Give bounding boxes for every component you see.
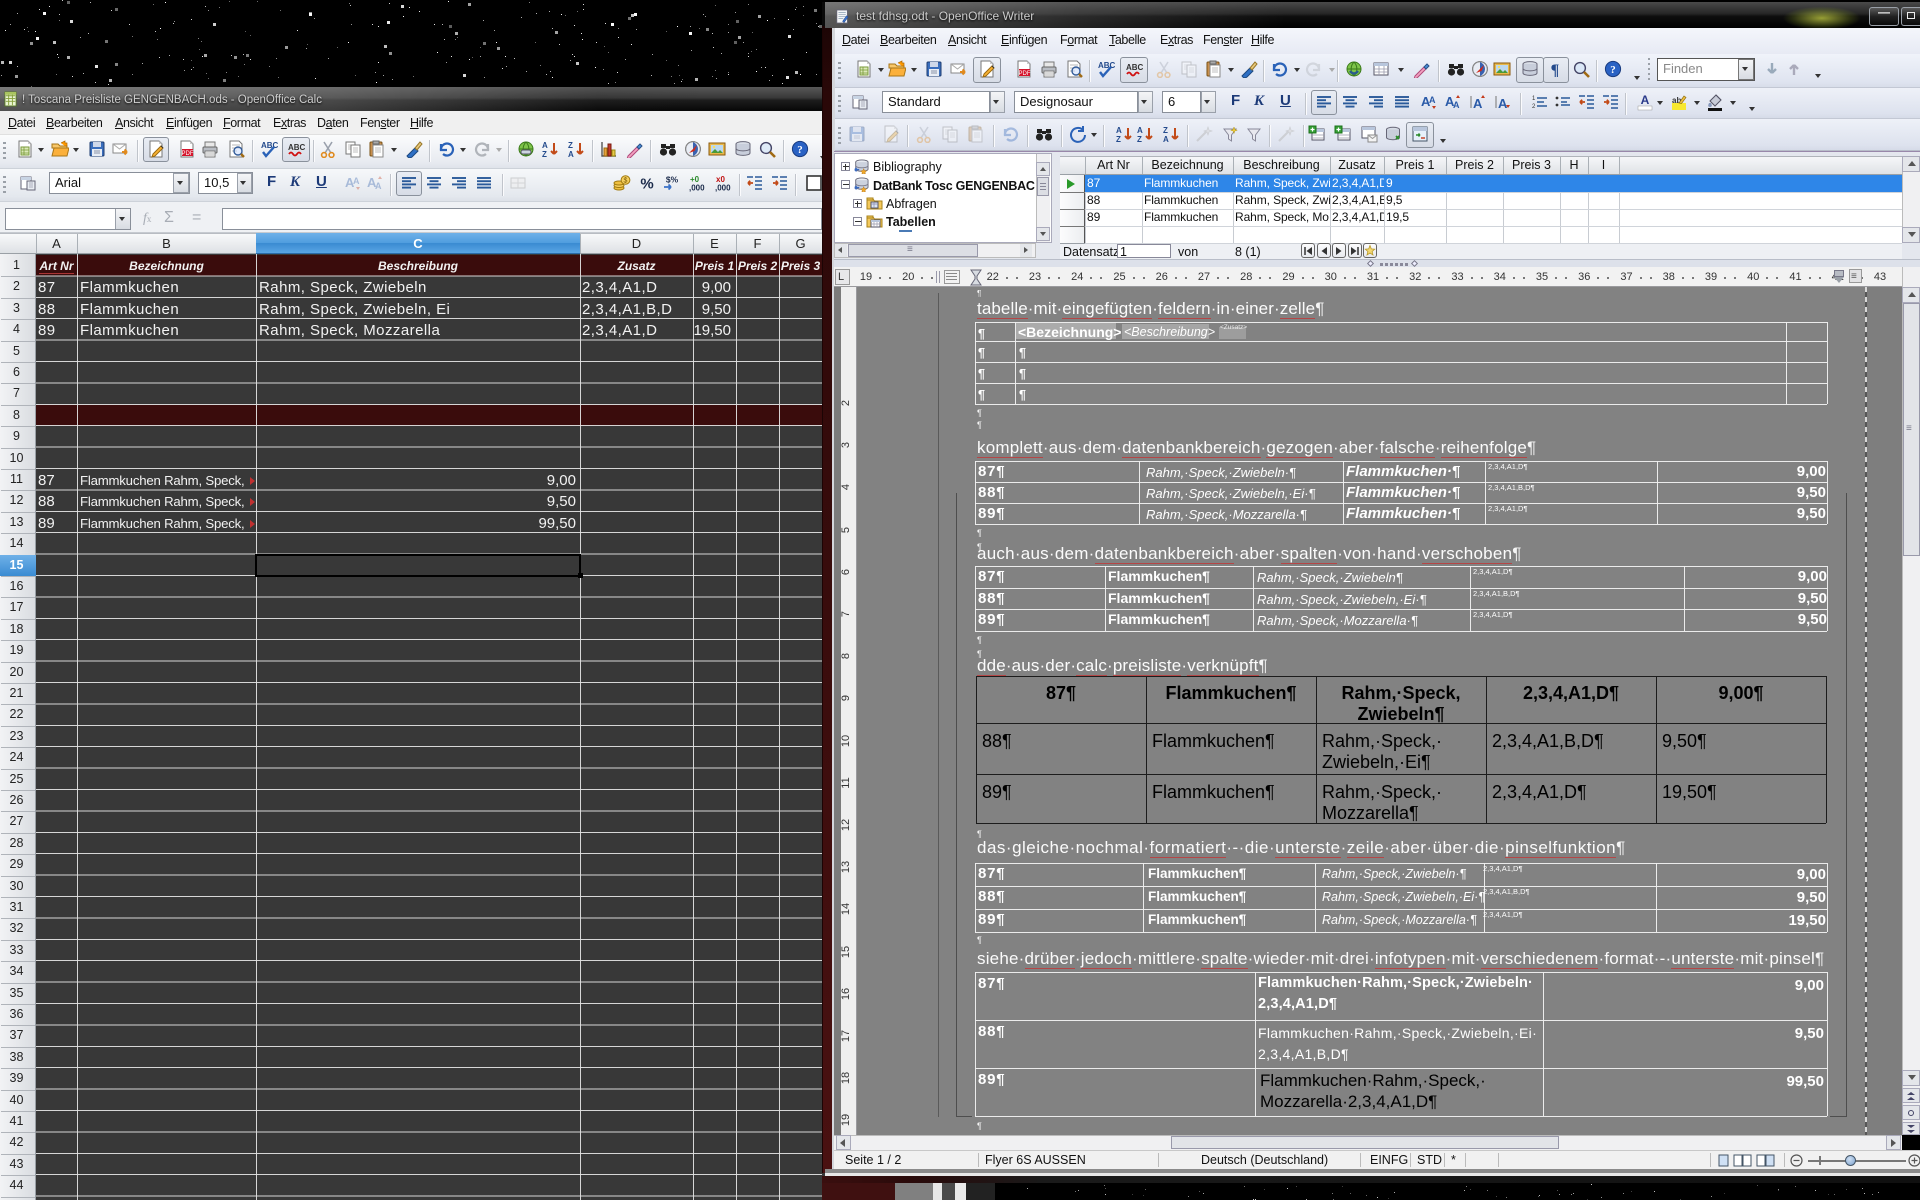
- svg-text:PDF: PDF: [182, 151, 194, 157]
- svg-text:A: A: [1163, 135, 1169, 143]
- svg-text:A: A: [1429, 95, 1436, 105]
- svg-text:Z: Z: [1163, 126, 1168, 135]
- svg-text:$: $: [624, 178, 628, 185]
- svg-text:A: A: [1498, 96, 1508, 111]
- svg-text:%: %: [640, 176, 653, 193]
- svg-text:,000: ,000: [715, 184, 731, 193]
- svg-text:A: A: [353, 176, 360, 186]
- svg-text:2: 2: [1532, 104, 1536, 110]
- svg-text:ABC: ABC: [288, 143, 305, 152]
- svg-text:ab: ab: [1672, 96, 1681, 105]
- svg-text:¶: ¶: [1551, 62, 1560, 78]
- svg-text:A: A: [375, 181, 382, 191]
- svg-text:A: A: [1453, 100, 1460, 110]
- svg-text:1: 1: [1532, 96, 1536, 102]
- svg-text:A: A: [1473, 96, 1483, 111]
- svg-text:?: ?: [1610, 64, 1616, 76]
- svg-text:A: A: [568, 150, 574, 158]
- svg-text:ABC: ABC: [261, 141, 278, 150]
- svg-text:Z: Z: [1137, 135, 1142, 143]
- svg-text:A: A: [1641, 93, 1650, 107]
- svg-text:,000: ,000: [689, 184, 705, 193]
- svg-text:Z: Z: [568, 141, 573, 150]
- svg-text:?: ?: [797, 144, 803, 156]
- svg-text:A: A: [1137, 126, 1143, 135]
- svg-text:A: A: [1116, 126, 1122, 135]
- svg-text:A: A: [542, 141, 548, 150]
- svg-text:ABC: ABC: [1098, 61, 1115, 70]
- svg-text:Z: Z: [542, 150, 547, 158]
- svg-text:PDF: PDF: [1019, 71, 1031, 77]
- svg-text:Z: Z: [1116, 135, 1121, 143]
- svg-text:ABC: ABC: [1126, 63, 1143, 72]
- svg-text:$%: $%: [666, 175, 679, 185]
